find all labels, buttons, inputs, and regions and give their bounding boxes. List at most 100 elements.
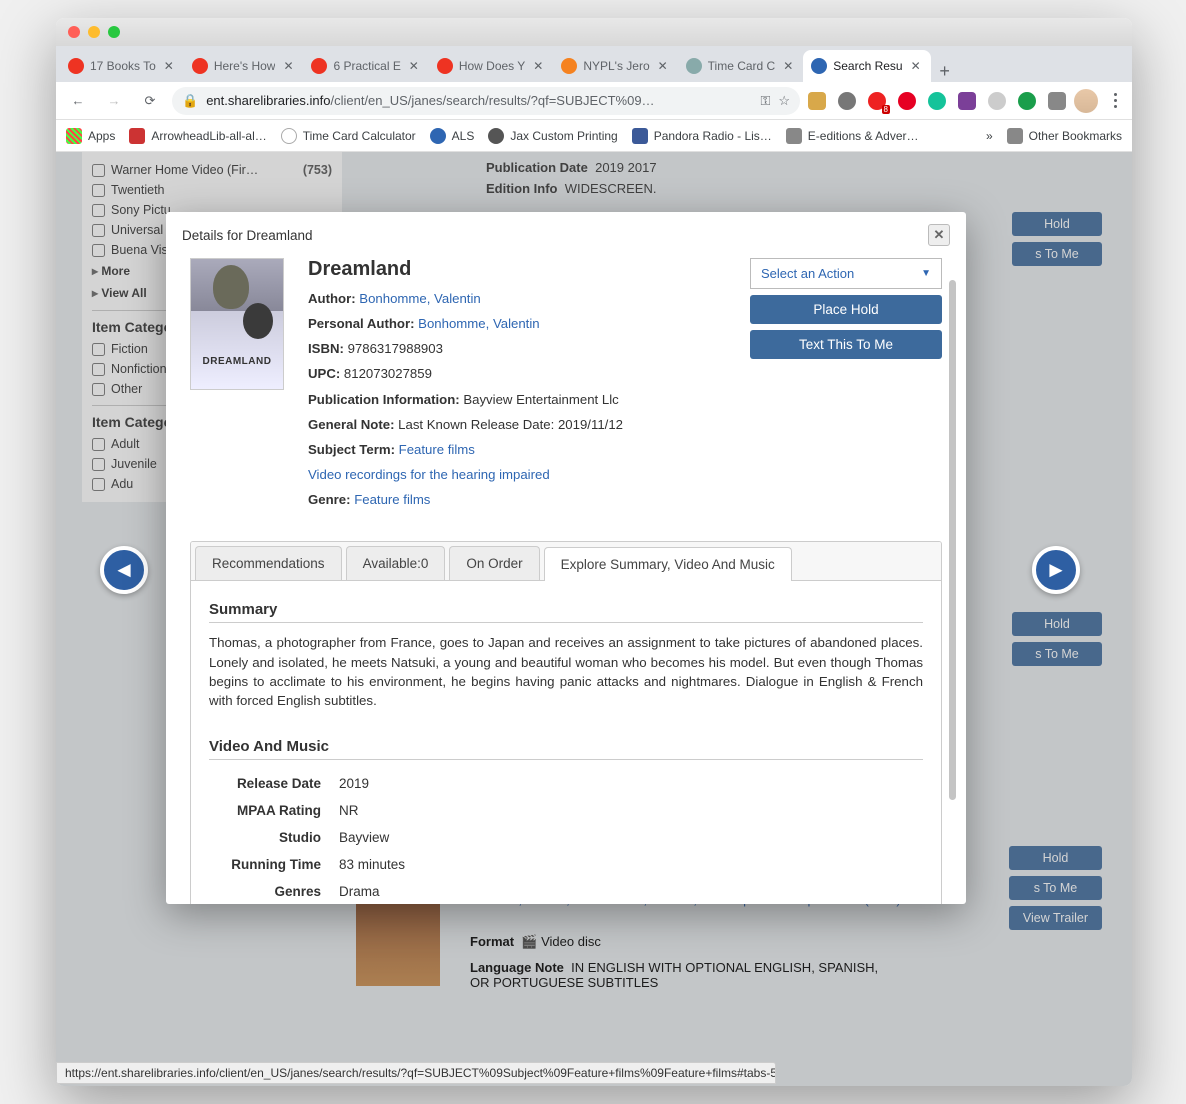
browser-tab-strip: 17 Books To✕ Here's How✕ 6 Practical E✕ …: [56, 46, 1132, 82]
forward-button[interactable]: →: [100, 87, 128, 115]
browser-tab[interactable]: 6 Practical E✕: [303, 50, 428, 82]
details-modal: Details for Dreamland ✕ DREAMLAND Dreaml…: [166, 212, 966, 904]
extension-icon[interactable]: 8: [868, 92, 886, 110]
mac-titlebar: [56, 18, 1132, 46]
close-icon[interactable]: ✕: [531, 59, 545, 73]
bookmark-icon: [430, 128, 446, 144]
personal-author-link[interactable]: Bonhomme, Valentin: [418, 316, 539, 331]
favicon-icon: [437, 58, 453, 74]
profile-avatar[interactable]: [1074, 89, 1098, 113]
studio-value: Bayview: [339, 830, 389, 845]
extension-icon[interactable]: [1018, 92, 1036, 110]
star-icon[interactable]: ☆: [778, 93, 790, 109]
window-zoom-button[interactable]: [108, 26, 120, 38]
favicon-icon: [192, 58, 208, 74]
browser-tab-active[interactable]: Search Resu✕: [803, 50, 930, 82]
favicon-icon: [68, 58, 84, 74]
page-viewport: Warner Home Video (Fir…(753) Twentieth S…: [56, 152, 1132, 1086]
video-music-heading: Video And Music: [209, 738, 923, 760]
reload-button[interactable]: ⟳: [136, 87, 164, 115]
chevron-down-icon: ▼: [921, 268, 931, 279]
pubinfo-value: Bayview Entertainment Llc: [463, 392, 618, 407]
author-link[interactable]: Bonhomme, Valentin: [359, 291, 480, 306]
next-record-button[interactable]: ►: [1032, 546, 1080, 594]
favicon-icon: [686, 58, 702, 74]
upc-value: 812073027859: [344, 366, 432, 381]
bookmark-icon: [488, 128, 504, 144]
folder-icon: [786, 128, 802, 144]
isbn-value: 9786317988903: [348, 341, 443, 356]
bookmark-item[interactable]: ALS: [430, 128, 475, 144]
extension-icon[interactable]: [1048, 92, 1066, 110]
bookmarks-bar: Apps ArrowheadLib-all-al… Time Card Calc…: [56, 120, 1132, 152]
bookmark-item[interactable]: Apps: [66, 128, 115, 144]
status-bar: https://ent.sharelibraries.info/client/e…: [56, 1062, 776, 1084]
bookmark-item[interactable]: Time Card Calculator: [281, 128, 416, 144]
subject-link[interactable]: Video recordings for the hearing impaire…: [308, 467, 550, 482]
subject-link[interactable]: Feature films: [399, 442, 475, 457]
tab-available[interactable]: Available:0: [346, 546, 446, 580]
grammarly-icon[interactable]: [928, 92, 946, 110]
close-icon[interactable]: ✕: [909, 59, 923, 73]
mac-window: 17 Books To✕ Here's How✕ 6 Practical E✕ …: [56, 18, 1132, 1086]
close-icon[interactable]: ✕: [656, 59, 670, 73]
browser-toolbar: ← → ⟳ 🔒 ent.sharelibraries.info/client/e…: [56, 82, 1132, 120]
detail-tabs: Recommendations Available:0 On Order Exp…: [190, 541, 942, 904]
apps-icon: [66, 128, 82, 144]
bookmark-item[interactable]: Pandora Radio - Lis…: [632, 128, 772, 144]
favicon-icon: [311, 58, 327, 74]
browser-tab[interactable]: Time Card C✕: [678, 50, 804, 82]
new-tab-button[interactable]: +: [931, 61, 959, 82]
key-icon[interactable]: ⚿: [760, 93, 770, 109]
favicon-icon: [811, 58, 827, 74]
tab-recommendations[interactable]: Recommendations: [195, 546, 342, 580]
text-this-button[interactable]: Text This To Me: [750, 330, 942, 359]
bookmark-icon: [281, 128, 297, 144]
window-minimize-button[interactable]: [88, 26, 100, 38]
bookmark-item[interactable]: Jax Custom Printing: [488, 128, 617, 144]
bookmark-icon: [129, 128, 145, 144]
extension-icon[interactable]: [838, 92, 856, 110]
modal-title: Details for Dreamland: [182, 228, 313, 243]
extension-icon[interactable]: [958, 92, 976, 110]
window-close-button[interactable]: [68, 26, 80, 38]
extension-icon[interactable]: [808, 92, 826, 110]
close-icon[interactable]: ✕: [407, 59, 421, 73]
bookmarks-overflow[interactable]: »: [986, 129, 993, 143]
url-text: ent.sharelibraries.info/client/en_US/jan…: [206, 93, 752, 108]
favicon-icon: [561, 58, 577, 74]
tab-on-order[interactable]: On Order: [449, 546, 539, 580]
extension-icons: 8: [808, 92, 1066, 110]
browser-menu-button[interactable]: [1106, 93, 1124, 108]
cover-image[interactable]: DREAMLAND: [190, 258, 284, 390]
prev-record-button[interactable]: ◄: [100, 546, 148, 594]
close-icon[interactable]: ✕: [162, 59, 176, 73]
select-action-dropdown[interactable]: Select an Action▼: [750, 258, 942, 289]
browser-tab[interactable]: Here's How✕: [184, 50, 304, 82]
item-title: Dreamland: [308, 258, 726, 281]
mpaa-value: NR: [339, 803, 359, 818]
lock-icon: 🔒: [182, 93, 198, 109]
extension-icon[interactable]: [988, 92, 1006, 110]
place-hold-button[interactable]: Place Hold: [750, 295, 942, 324]
back-button[interactable]: ←: [64, 87, 92, 115]
genres-value: Drama: [339, 884, 380, 899]
browser-tab[interactable]: 17 Books To✕: [60, 50, 184, 82]
pinterest-icon[interactable]: [898, 92, 916, 110]
browser-tab[interactable]: NYPL's Jero✕: [553, 50, 677, 82]
modal-close-button[interactable]: ✕: [928, 224, 950, 246]
pandora-icon: [632, 128, 648, 144]
release-date-value: 2019: [339, 776, 369, 791]
other-bookmarks[interactable]: Other Bookmarks: [1007, 128, 1122, 144]
bookmark-item[interactable]: ArrowheadLib-all-al…: [129, 128, 266, 144]
close-icon[interactable]: ✕: [281, 59, 295, 73]
summary-text: Thomas, a photographer from France, goes…: [209, 633, 923, 710]
bookmark-item[interactable]: E-editions & Adver…: [786, 128, 919, 144]
tab-explore[interactable]: Explore Summary, Video And Music: [544, 547, 792, 581]
summary-heading: Summary: [209, 601, 923, 623]
runtime-value: 83 minutes: [339, 857, 405, 872]
close-icon[interactable]: ✕: [781, 59, 795, 73]
address-bar[interactable]: 🔒 ent.sharelibraries.info/client/en_US/j…: [172, 87, 800, 115]
genre-link[interactable]: Feature films: [354, 492, 430, 507]
browser-tab[interactable]: How Does Y✕: [429, 50, 553, 82]
